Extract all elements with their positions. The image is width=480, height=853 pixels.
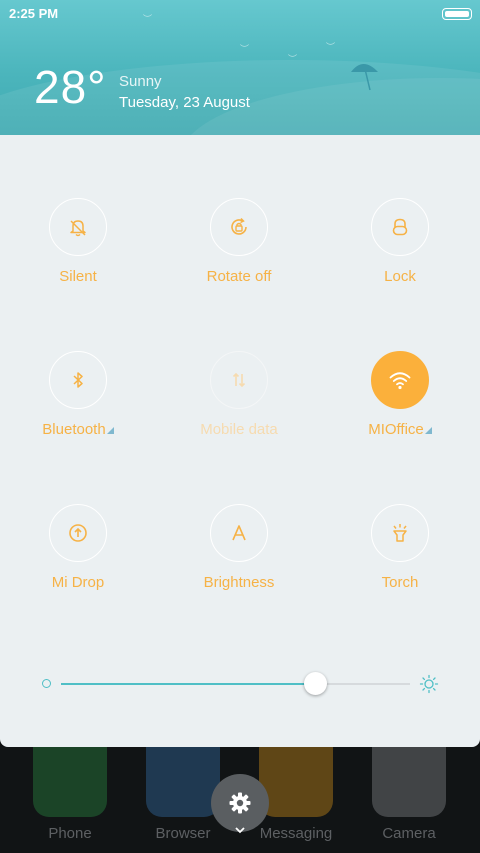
toggle-rotate[interactable]: Rotate off [174, 198, 304, 308]
toggle-silent[interactable]: Silent [13, 198, 143, 308]
wifi-icon [389, 372, 411, 390]
mi-drop-icon [69, 524, 87, 542]
app-label: Phone [48, 825, 92, 842]
toggle-bluetooth[interactable]: Bluetooth [13, 351, 143, 461]
brightness-low-icon [42, 679, 51, 688]
app-label: Camera [382, 825, 436, 842]
mi-drop-button[interactable] [49, 504, 107, 562]
app-label: Messaging [259, 825, 333, 842]
bird-icon: ︶ [240, 44, 250, 54]
chevron-down-icon [235, 827, 245, 834]
rotate-lock-icon [231, 217, 247, 235]
toggle-torch[interactable]: Torch [335, 504, 465, 614]
torch-icon [393, 524, 407, 542]
toggle-label: Silent [59, 268, 97, 285]
auto-brightness-button[interactable] [210, 504, 268, 562]
mobile-data-icon [232, 372, 246, 388]
bird-icon: ︶ [288, 54, 298, 64]
lock-button[interactable] [371, 198, 429, 256]
temperature: 28° [34, 61, 107, 113]
torch-button[interactable] [371, 504, 429, 562]
toggle-mobile-data[interactable]: Mobile data [174, 351, 304, 461]
date: Tuesday, 23 August [119, 94, 250, 111]
silent-button[interactable] [49, 198, 107, 256]
brightness-high-icon [419, 674, 439, 694]
camera-icon [372, 747, 446, 817]
toggle-label: Mi Drop [51, 574, 105, 591]
toggle-label: Brightness [203, 574, 275, 591]
auto-brightness-icon [232, 525, 246, 541]
toggle-wifi[interactable]: MIOffice [335, 351, 465, 461]
bird-icon: ︶ [326, 42, 336, 52]
phone-icon [33, 747, 107, 817]
battery-icon [442, 8, 472, 20]
toggle-lock[interactable]: Lock [335, 198, 465, 308]
submenu-indicator-icon [424, 427, 432, 434]
toggle-label: Torch [381, 574, 419, 591]
brightness-slider-fill [61, 683, 316, 685]
brightness-slider-thumb[interactable] [304, 672, 328, 695]
toggle-label: MIOffice [335, 421, 465, 438]
status-time: 2:25 PM [9, 6, 59, 21]
toggle-label: Bluetooth [13, 421, 143, 438]
dock-app-phone[interactable]: Phone [30, 747, 110, 842]
toggle-label: Mobile data [200, 421, 278, 438]
toggle-brightness[interactable]: Brightness [174, 504, 304, 614]
submenu-indicator-icon [106, 427, 114, 434]
toggle-mi-drop[interactable]: Mi Drop [13, 504, 143, 614]
wifi-button[interactable] [371, 351, 429, 409]
bell-off-icon [70, 220, 86, 237]
toggle-label: Rotate off [206, 268, 272, 285]
app-label: Browser [155, 825, 211, 842]
dock-app-camera[interactable]: Camera [369, 747, 449, 842]
messaging-icon [259, 747, 333, 817]
mobile-data-button[interactable] [210, 351, 268, 409]
gear-icon [229, 792, 251, 814]
beach-umbrella-icon [351, 64, 378, 91]
weather-header[interactable]: ︶ ︶ ︶ ︶ 2:25 PM 28° Sunny Tuesday, 23 Au… [0, 0, 480, 135]
browser-icon [146, 747, 220, 817]
quick-settings-panel: Silent Rotate off Lock Bluetooth Mobile … [0, 135, 480, 747]
lock-icon [392, 218, 408, 236]
bird-icon: ︶ [143, 14, 153, 24]
rotate-button[interactable] [210, 198, 268, 256]
bluetooth-button[interactable] [49, 351, 107, 409]
weather-condition: Sunny [119, 73, 162, 90]
toggle-label: Lock [384, 268, 416, 285]
bluetooth-icon [73, 372, 83, 388]
settings-button[interactable] [211, 774, 269, 832]
brightness-slider[interactable] [61, 683, 410, 685]
